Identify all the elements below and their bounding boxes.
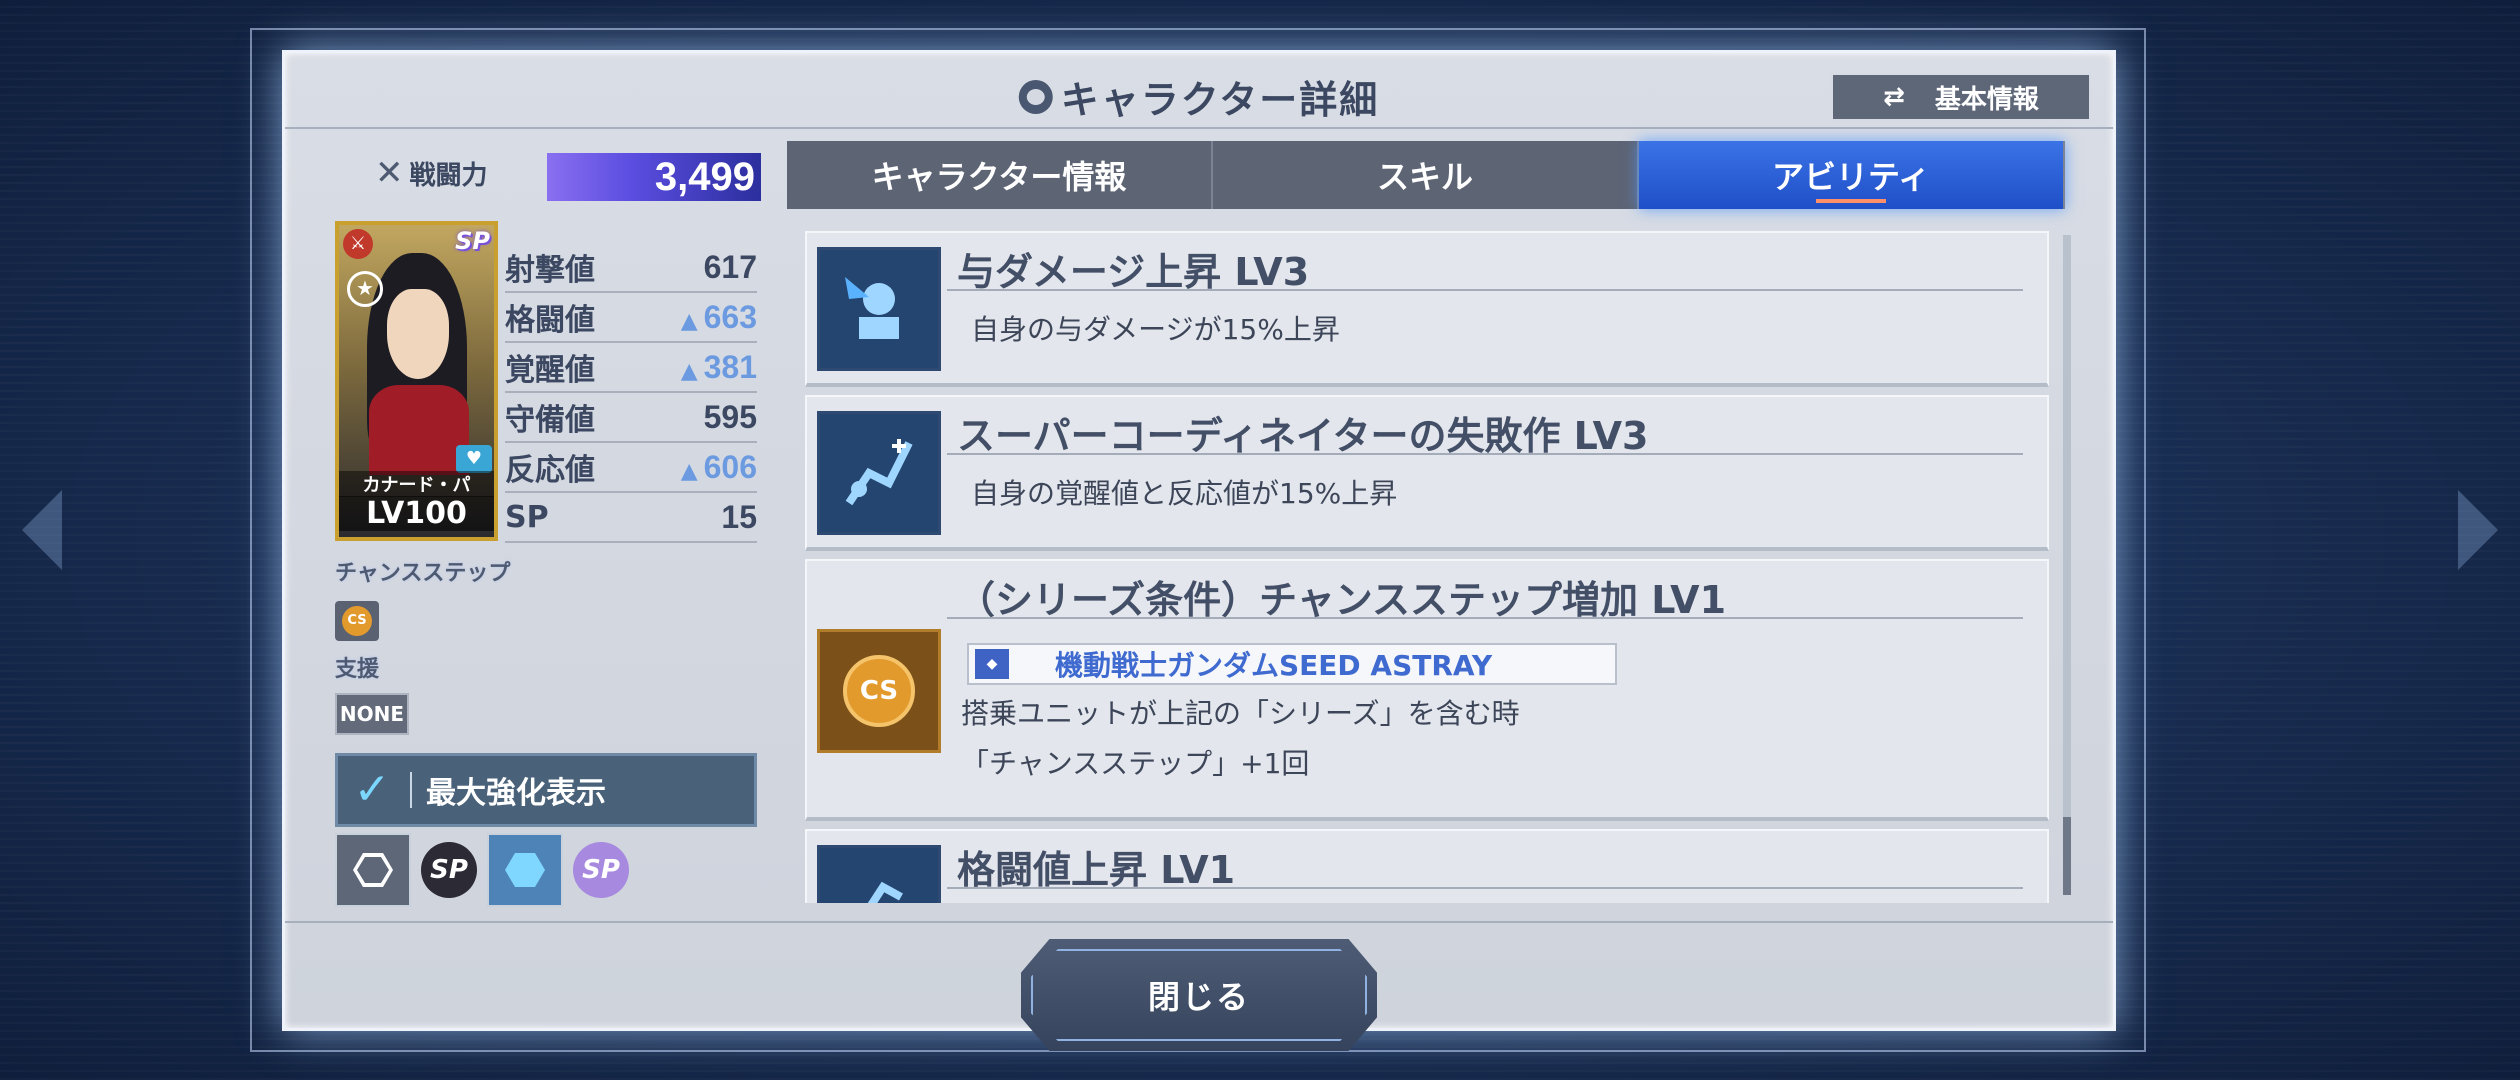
sp-dark-icon[interactable]: SP	[421, 842, 477, 898]
sp-rarity-badge: SP	[455, 227, 490, 255]
tab-bar: キャラクター情報 スキル アビリティ	[787, 141, 2065, 209]
stat-row: 覚醒値 ▲ 381	[505, 343, 757, 393]
close-button[interactable]: 閉じる	[1021, 939, 1377, 1051]
page-title: キャラクター詳細	[1060, 78, 1380, 122]
stat-row: 格闘値 ▲ 663	[505, 293, 757, 343]
ability-item[interactable]: 与ダメージ上昇 LV3 自身の与ダメージが15%上昇	[805, 231, 2049, 387]
character-icon	[1018, 79, 1053, 114]
divider	[947, 887, 2023, 889]
panel-header: キャラクター詳細 ⇄ 基本情報	[285, 63, 2113, 129]
cs-badge: CS	[843, 655, 915, 727]
stat-value: 381	[703, 348, 757, 385]
stat-value: 595	[703, 398, 757, 435]
character-body	[369, 385, 469, 475]
star-icon: ★	[347, 271, 383, 307]
ability-desc: 自身の与ダメージが15%上昇	[971, 313, 1340, 346]
close-label: 閉じる	[1147, 978, 1250, 1016]
prev-arrow-icon[interactable]	[22, 490, 62, 570]
divider	[947, 617, 2023, 619]
ability-item[interactable]: 格闘値上昇 LV1	[805, 829, 2049, 903]
stat-label: 覚醒値	[505, 353, 595, 388]
power-bar: 3,499	[547, 153, 761, 201]
sword-icon: ⚔	[343, 229, 373, 259]
ability-title: スーパーコーディネイターの失敗作 LV3	[957, 414, 1649, 458]
ability-desc: 「チャンスステップ」+1回	[961, 747, 1310, 780]
ability-item[interactable]: スーパーコーディネイターの失敗作 LV3 自身の覚醒値と反応値が15%上昇	[805, 395, 2049, 551]
power-row: ✕ 戦闘力 3,499	[375, 153, 761, 201]
stat-value: 606	[703, 448, 757, 485]
tab-skill[interactable]: スキル	[1213, 141, 1639, 209]
tab-ability[interactable]: アビリティ	[1639, 141, 2065, 209]
basic-info-button[interactable]: ⇄ 基本情報	[1831, 73, 2091, 121]
melee-up-icon	[817, 845, 941, 903]
next-arrow-icon[interactable]	[2458, 490, 2498, 570]
support-label: 支援	[335, 657, 380, 682]
stat-label: SP	[505, 499, 549, 535]
hex-filled-icon	[505, 853, 545, 887]
stat-value: 617	[703, 248, 757, 285]
stats-list: 射撃値 617 格闘値 ▲ 663 覚醒値 ▲ 381 守備値 595 反応値 ▲ 6…	[505, 243, 757, 543]
up-arrow-icon: ▲	[680, 358, 698, 384]
chance-step-icon: CS	[335, 601, 379, 641]
stat-label: 守備値	[505, 403, 595, 438]
divider	[285, 921, 2113, 923]
stat-row: 射撃値 617	[505, 243, 757, 293]
stat-label: 反応値	[505, 453, 595, 488]
series-name: 機動戦士ガンダムSEED ASTRAY	[1055, 649, 1493, 682]
stat-value: 15	[721, 498, 757, 535]
stat-label: 格闘値	[505, 303, 595, 338]
stat-row: SP 15	[505, 493, 757, 543]
ability-list[interactable]: 与ダメージ上昇 LV3 自身の与ダメージが15%上昇 スーパーコーディネイターの…	[805, 231, 2051, 903]
damage-up-icon	[817, 247, 941, 371]
shuffle-icon: ⇄	[1883, 82, 1905, 112]
hex-filled-button[interactable]	[487, 833, 563, 907]
character-name: カナード・パ	[339, 471, 494, 497]
chance-step-label: チャンスステップ	[335, 561, 511, 586]
support-value: NONE	[335, 693, 409, 735]
divider	[410, 772, 412, 808]
series-tag: ◆ 機動戦士ガンダムSEED ASTRAY	[967, 643, 1617, 685]
stat-row: 反応値 ▲ 606	[505, 443, 757, 493]
hex-outline-icon	[353, 853, 393, 887]
hex-outline-button[interactable]	[335, 833, 411, 907]
awakening-up-icon	[817, 411, 941, 535]
sp-color-icon[interactable]: SP	[573, 842, 629, 898]
ability-item[interactable]: CS （シリーズ条件）チャンスステップ増加 LV1 ◆ 機動戦士ガンダムSEED…	[805, 559, 2049, 821]
character-card[interactable]: ⚔ ★ SP ♥ カナード・パ LV100	[335, 221, 498, 541]
filter-row: SP SP	[335, 833, 629, 907]
character-level: LV100	[339, 496, 494, 531]
cs-badge: CS	[342, 606, 372, 636]
stat-row: 守備値 595	[505, 393, 757, 443]
ability-title: 与ダメージ上昇 LV3	[957, 250, 1310, 294]
power-value: 3,499	[654, 155, 755, 199]
divider	[947, 453, 2023, 455]
max-enhance-label: 最大強化表示	[426, 776, 606, 811]
checkmark-icon: ✓	[353, 764, 391, 815]
up-arrow-icon: ▲	[680, 308, 698, 334]
heart-icon: ♥	[456, 445, 492, 473]
character-face	[387, 289, 449, 379]
chance-step-ability-icon: CS	[817, 629, 941, 753]
stat-value: 663	[703, 298, 757, 335]
scrollbar[interactable]	[2063, 235, 2071, 895]
ability-title: 格闘値上昇 LV1	[957, 848, 1236, 892]
basic-info-label: 基本情報	[1934, 84, 2039, 115]
ability-desc: 搭乗ユニットが上記の「シリーズ」を含む時	[961, 697, 1520, 730]
title-wrap: キャラクター詳細	[1018, 69, 1380, 124]
max-enhance-toggle[interactable]: ✓ 最大強化表示	[335, 753, 757, 827]
up-arrow-icon: ▲	[680, 458, 698, 484]
divider	[947, 289, 2023, 291]
ability-desc: 自身の覚醒値と反応値が15%上昇	[971, 477, 1398, 510]
power-label: 戦闘力	[409, 160, 488, 191]
tab-character-info[interactable]: キャラクター情報	[787, 141, 1213, 209]
crossed-swords-icon: ✕	[375, 153, 404, 193]
stat-label: 射撃値	[505, 253, 595, 288]
series-icon: ◆	[975, 649, 1009, 679]
ability-title: （シリーズ条件）チャンスステップ増加 LV1	[957, 578, 1727, 622]
scroll-thumb[interactable]	[2063, 817, 2071, 895]
character-detail-panel: キャラクター詳細 ⇄ 基本情報 ✕ 戦闘力 3,499 ⚔ ★ SP ♥ カナー…	[282, 50, 2116, 1051]
